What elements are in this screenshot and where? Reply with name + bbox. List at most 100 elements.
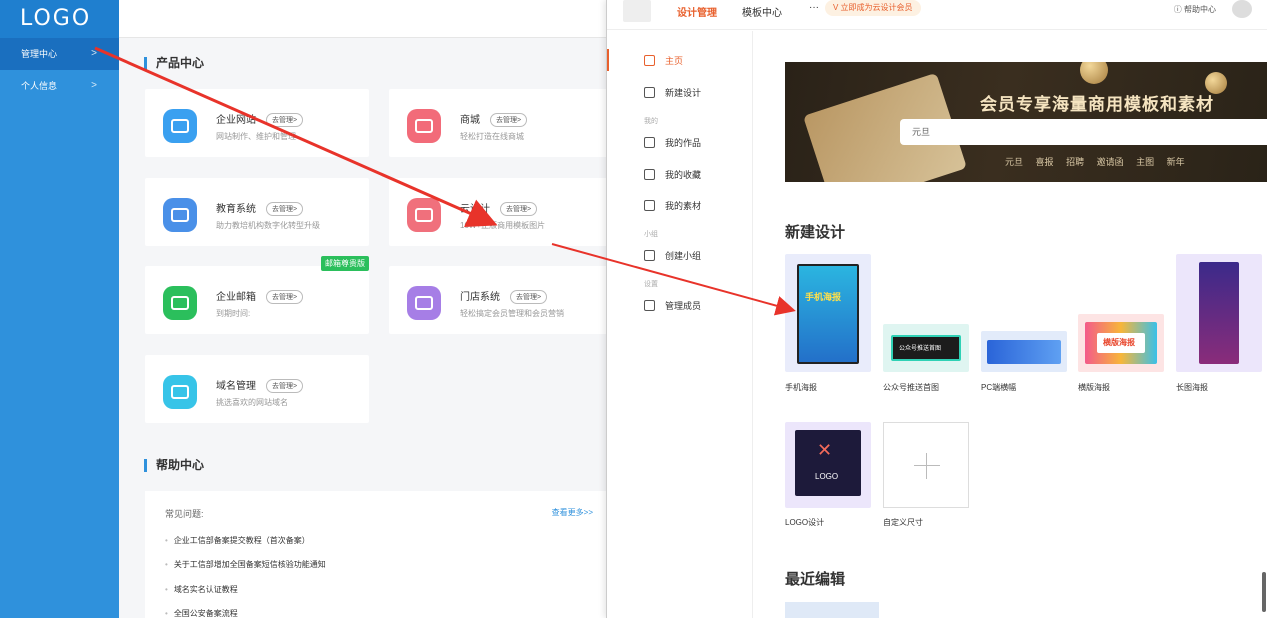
side-favorites-label: 我的收藏 xyxy=(665,170,702,180)
card-desc: 10W+正版商用模板图片 xyxy=(460,221,546,230)
help-item[interactable]: 企业工信部备案提交教程（首次备案） xyxy=(165,535,310,546)
design-top-nav: 设计管理 模板中心 ··· V 立即成为云设计会员 ⓘ 帮助中心 xyxy=(607,0,1267,30)
group-team-label: 小组 xyxy=(644,231,658,238)
design-sidebar: 主页 新建设计 我的 我的作品 我的收藏 我的素材 小组 创建小组 设置 管理成… xyxy=(607,31,753,618)
product-card-mall[interactable]: 商城 去管理> 轻松打造在线商城 xyxy=(389,89,613,157)
manage-button[interactable]: 去管理> xyxy=(266,113,304,127)
side-home-label: 主页 xyxy=(665,56,684,66)
template-name: 自定义尺寸 xyxy=(883,518,923,527)
thumb-text: LOGO xyxy=(815,472,839,481)
template-name: PC端横幅 xyxy=(981,383,1017,392)
product-card-cloud-design[interactable]: 云设计 去管理> 10W+正版商用模板图片 xyxy=(389,178,613,246)
workspace-avatar[interactable] xyxy=(623,0,651,22)
help-item[interactable]: 域名实名认证教程 xyxy=(165,584,238,595)
hot-tag[interactable]: 元旦 xyxy=(1005,157,1023,167)
card-desc: 轻松搞定会员管理和会员营销 xyxy=(460,309,564,318)
chevron-right-icon: > xyxy=(91,80,97,91)
template-name: 公众号推送首图 xyxy=(883,383,939,392)
hot-tag[interactable]: 主图 xyxy=(1136,157,1154,167)
template-thumb-inner xyxy=(1199,262,1239,364)
star-icon xyxy=(644,169,655,180)
nav-design-management[interactable]: 设计管理 xyxy=(677,4,717,19)
side-members-label: 管理成员 xyxy=(665,301,702,311)
manage-button[interactable]: 去管理> xyxy=(510,290,548,304)
coin-graphic xyxy=(1080,62,1108,84)
design-window: 设计管理 模板中心 ··· V 立即成为云设计会员 ⓘ 帮助中心 主页 新建设计… xyxy=(606,0,1267,618)
view-more-link[interactable]: 查看更多>> xyxy=(552,507,593,518)
sidebar: LOGO 管理中心 > 个人信息 > xyxy=(0,0,119,618)
manage-button[interactable]: 去管理> xyxy=(500,202,538,216)
card-desc: 到期时间: xyxy=(216,309,251,318)
help-item[interactable]: 全国公安备案流程 xyxy=(165,608,238,618)
template-name: LOGO设计 xyxy=(785,518,825,527)
recent-design-thumb[interactable] xyxy=(785,602,879,618)
product-card-email[interactable]: 邮箱尊贵版 企业邮箱 去管理> 到期时间: xyxy=(145,256,369,334)
logo-x-icon: ✕ xyxy=(817,440,833,460)
more-icon[interactable]: ··· xyxy=(809,2,819,13)
side-my-favorites[interactable]: 我的收藏 xyxy=(644,168,701,181)
side-my-works[interactable]: 我的作品 xyxy=(644,136,701,149)
user-avatar-icon[interactable] xyxy=(1232,0,1252,18)
template-thumb-inner xyxy=(987,340,1061,364)
side-new-design[interactable]: 新建设计 xyxy=(644,86,701,99)
scrollbar[interactable] xyxy=(1262,572,1266,612)
hot-tag[interactable]: 新年 xyxy=(1167,157,1185,167)
hot-tag[interactable]: 邀请函 xyxy=(1097,157,1124,167)
group-mine-label: 我的 xyxy=(644,118,658,125)
help-center-link[interactable]: ⓘ 帮助中心 xyxy=(1174,4,1216,15)
card-desc: 网站制作、维护和管理 xyxy=(216,132,296,141)
card-desc: 挑选喜欢的网站域名 xyxy=(216,398,288,407)
help-box: 常见问题: 查看更多>> 企业工信部备案提交教程（首次备案） 关于工信部增加全国… xyxy=(145,491,607,618)
mail-icon xyxy=(163,286,197,320)
card-title: 商城 xyxy=(460,115,480,126)
group-settings-label: 设置 xyxy=(644,281,658,288)
nav-template-center[interactable]: 模板中心 xyxy=(742,4,782,19)
sidebar-item-management-center[interactable]: 管理中心 > xyxy=(0,38,119,70)
shopping-bag-icon xyxy=(407,109,441,143)
manage-button[interactable]: 去管理> xyxy=(490,113,528,127)
card-title: 域名管理 xyxy=(216,381,256,392)
manage-button[interactable]: 去管理> xyxy=(266,379,304,393)
new-design-title: 新建设计 xyxy=(785,224,846,241)
sidebar-item-personal-info[interactable]: 个人信息 > xyxy=(0,70,119,102)
card-title: 云设计 xyxy=(460,204,490,215)
gear-icon xyxy=(644,300,655,311)
premium-badge: 邮箱尊贵版 xyxy=(321,256,369,271)
thumb-text: 手机海报 xyxy=(805,292,842,302)
book-icon xyxy=(163,198,197,232)
faq-label: 常见问题: xyxy=(165,509,204,519)
product-card-website[interactable]: 企业网站 去管理> 网站制作、维护和管理 xyxy=(145,89,369,157)
domain-icon xyxy=(163,375,197,409)
card-title: 企业邮箱 xyxy=(216,292,256,303)
custom-size-button[interactable] xyxy=(883,422,969,508)
side-my-materials[interactable]: 我的素材 xyxy=(644,199,701,212)
side-create-team-label: 创建小组 xyxy=(665,251,702,261)
manage-button[interactable]: 去管理> xyxy=(266,290,304,304)
side-home[interactable]: 主页 xyxy=(644,54,683,67)
side-new-label: 新建设计 xyxy=(665,88,702,98)
thumb-text: 横版海报 xyxy=(1103,338,1135,347)
home-icon xyxy=(644,55,655,66)
banner-title: 会员专享海量商用模板和素材 xyxy=(980,95,1214,114)
vip-button[interactable]: V 立即成为云设计会员 xyxy=(825,0,921,16)
hot-tag[interactable]: 喜报 xyxy=(1036,157,1054,167)
product-center-title: 产品中心 xyxy=(144,57,204,70)
product-card-domain[interactable]: 域名管理 去管理> 挑选喜欢的网站域名 xyxy=(145,355,369,423)
side-create-team[interactable]: 创建小组 xyxy=(644,249,701,262)
manage-button[interactable]: 去管理> xyxy=(266,202,304,216)
help-icon: ⓘ xyxy=(1173,5,1184,14)
image-icon xyxy=(407,198,441,232)
store-icon xyxy=(407,286,441,320)
side-manage-members[interactable]: 管理成员 xyxy=(644,299,701,312)
works-icon xyxy=(644,137,655,148)
hot-tag[interactable]: 招聘 xyxy=(1066,157,1084,167)
side-works-label: 我的作品 xyxy=(665,138,702,148)
product-card-education[interactable]: 教育系统 去管理> 助力教培机构数字化转型升级 xyxy=(145,178,369,246)
card-title: 门店系统 xyxy=(460,292,500,303)
card-desc: 轻松打造在线商城 xyxy=(460,132,524,141)
product-card-store[interactable]: 门店系统 去管理> 轻松搞定会员管理和会员营销 xyxy=(389,266,613,334)
help-item[interactable]: 关于工信部增加全国备案短信核验功能通知 xyxy=(165,559,326,570)
vip-banner[interactable]: 会员专享海量商用模板和素材 元旦 元旦 喜报 招聘 邀请函 主图 新年 xyxy=(785,62,1267,182)
template-search-input[interactable]: 元旦 xyxy=(900,119,1267,145)
template-name: 横版海报 xyxy=(1078,383,1110,392)
